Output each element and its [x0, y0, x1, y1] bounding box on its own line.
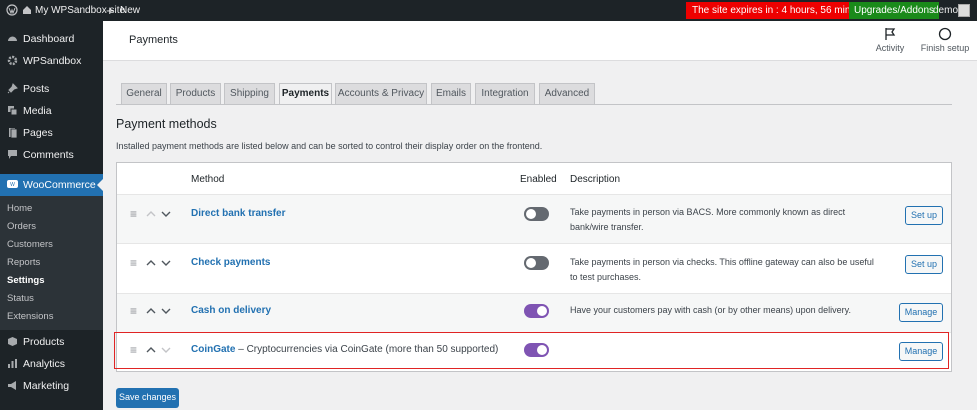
submenu-orders[interactable]: Orders [7, 218, 36, 236]
tab-integration[interactable]: Integration [475, 83, 535, 105]
menu-item-marketing[interactable]: Marketing [0, 375, 103, 397]
column-header-enabled: Enabled [520, 174, 557, 185]
submenu-settings[interactable]: Settings [7, 272, 44, 290]
media-icon [8, 106, 18, 116]
expiry-notice: The site expires in : 4 hours, 56 minute… [686, 2, 876, 19]
chevron-down-icon[interactable] [160, 306, 172, 316]
woocommerce-header: Payments Activity Finish setup [103, 21, 977, 61]
highlight-box [114, 332, 949, 369]
table-row: ≡ Direct bank transfer Take payments in … [117, 194, 951, 243]
menu-label: Posts [23, 83, 50, 95]
menu-item-wpsandbox[interactable]: WPSandbox [0, 50, 103, 72]
chevron-down-icon[interactable] [160, 209, 172, 219]
menu-item-media[interactable]: Media [0, 100, 103, 122]
admin-sidebar: Dashboard WPSandbox Posts Media Pages Co… [0, 21, 103, 410]
tab-general[interactable]: General [121, 83, 167, 105]
menu-item-posts[interactable]: Posts [0, 78, 103, 100]
menu-label: Products [23, 336, 65, 348]
menu-item-analytics[interactable]: Analytics [0, 353, 103, 375]
gear-icon [7, 55, 18, 66]
table-row: ≡ Check payments Take payments in person… [117, 243, 951, 293]
menu-item-dashboard[interactable]: Dashboard [0, 28, 103, 50]
avatar[interactable] [958, 4, 970, 17]
drag-handle-icon[interactable]: ≡ [130, 256, 137, 270]
svg-text:W: W [10, 182, 15, 188]
tab-advanced[interactable]: Advanced [539, 83, 595, 105]
tab-payments[interactable]: Payments [279, 83, 332, 105]
column-header-description: Description [570, 174, 621, 185]
menu-label: Analytics [23, 358, 66, 370]
plus-icon: + [106, 3, 114, 18]
woo-icon: W [7, 180, 18, 188]
menu-label: Media [23, 105, 52, 117]
user-name[interactable]: demo [933, 0, 958, 21]
section-description: Installed payment methods are listed bel… [116, 141, 543, 151]
progress-circle-icon [938, 27, 952, 41]
tabs-divider [116, 104, 952, 105]
activity-label: Activity [875, 43, 905, 53]
menu-label: WPSandbox [23, 55, 82, 67]
menu-label: Comments [23, 149, 74, 161]
menu-item-products[interactable]: Products [0, 331, 103, 353]
section-title: Payment methods [116, 117, 217, 131]
dashboard-icon [8, 36, 17, 41]
chevron-up-icon[interactable] [145, 258, 157, 268]
submenu-reports[interactable]: Reports [7, 254, 40, 272]
enabled-toggle[interactable] [524, 207, 549, 221]
table-row: ≡ Cash on delivery Have your customers p… [117, 293, 951, 332]
pages-icon [9, 128, 18, 138]
submenu-home[interactable]: Home [7, 200, 32, 218]
menu-label: Pages [23, 127, 53, 139]
menu-item-comments[interactable]: Comments [0, 144, 103, 166]
submenu-status[interactable]: Status [7, 290, 34, 308]
finish-setup-button[interactable]: Finish setup [920, 27, 970, 57]
menu-label: WooCommerce [23, 179, 96, 191]
menu-item-pages[interactable]: Pages [0, 122, 103, 144]
wordpress-logo-icon[interactable] [6, 4, 18, 16]
submenu-extensions[interactable]: Extensions [7, 308, 53, 326]
flag-icon [885, 28, 896, 40]
menu-item-woocommerce[interactable]: W WooCommerce [0, 174, 103, 196]
save-changes-button[interactable]: Save changes [116, 388, 179, 408]
finish-setup-label: Finish setup [920, 43, 970, 53]
payment-method-description: Take payments in person via checks. This… [570, 257, 874, 282]
comment-icon [8, 150, 17, 159]
payment-method-name[interactable]: Direct bank transfer [191, 208, 285, 219]
column-header-method: Method [191, 174, 225, 185]
menu-label: Marketing [23, 380, 70, 392]
tab-accounts-privacy[interactable]: Accounts & Privacy [335, 83, 427, 105]
enabled-toggle[interactable] [524, 304, 549, 318]
submenu-customers[interactable]: Customers [7, 236, 53, 254]
payment-method-description: Take payments in person via BACS. More c… [570, 207, 846, 232]
upgrade-link[interactable]: Upgrades/Addons [849, 2, 940, 19]
payment-method-name[interactable]: Cash on delivery [191, 305, 271, 316]
chevron-up-icon[interactable] [145, 209, 157, 219]
home-icon [23, 6, 31, 14]
drag-handle-icon[interactable]: ≡ [130, 304, 137, 318]
page-title: Payments [129, 34, 178, 46]
megaphone-icon [8, 381, 16, 390]
woocommerce-submenu: Home Orders Customers Reports Settings S… [0, 196, 103, 330]
payment-method-description: Have your customers pay with cash (or by… [570, 305, 851, 315]
set-up-button[interactable]: Set up [905, 206, 943, 225]
products-icon [8, 337, 17, 346]
chevron-down-icon[interactable] [160, 258, 172, 268]
chevron-up-icon[interactable] [145, 306, 157, 316]
admin-bar: My WPSandbox site + New The site expires… [0, 0, 977, 21]
new-content-link[interactable]: New [120, 0, 140, 21]
activity-button[interactable]: Activity [865, 27, 915, 57]
payment-method-name[interactable]: Check payments [191, 257, 270, 268]
tab-products[interactable]: Products [170, 83, 221, 105]
set-up-button[interactable]: Set up [905, 255, 943, 274]
tab-emails[interactable]: Emails [431, 83, 471, 105]
tab-shipping[interactable]: Shipping [224, 83, 275, 105]
menu-label: Dashboard [23, 33, 75, 45]
enabled-toggle[interactable] [524, 256, 549, 270]
analytics-icon [8, 359, 17, 368]
manage-button[interactable]: Manage [899, 303, 943, 322]
drag-handle-icon[interactable]: ≡ [130, 207, 137, 221]
pin-icon [7, 83, 18, 94]
